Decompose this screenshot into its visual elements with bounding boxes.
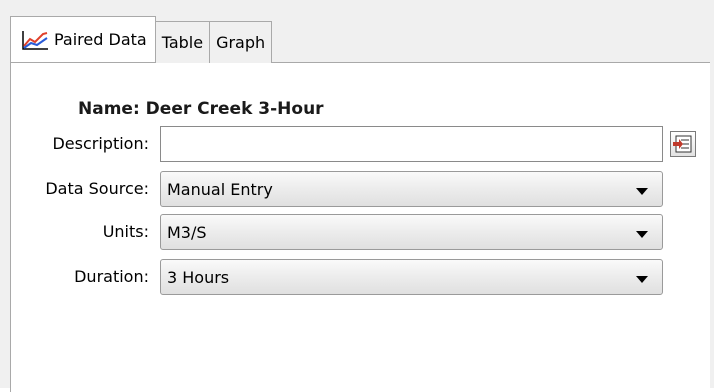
units-label: Units: xyxy=(102,222,149,241)
tab-label: Paired Data xyxy=(54,30,147,49)
name-row: Name: Deer Creek 3-Hour xyxy=(78,99,324,119)
name-value: Deer Creek 3-Hour xyxy=(145,99,324,119)
paired-data-editor: Paired Data Table Graph Name: Deer Creek… xyxy=(0,0,714,392)
duration-label: Duration: xyxy=(74,267,149,286)
tab-table[interactable]: Table xyxy=(154,21,211,63)
units-value: M3/S xyxy=(167,222,207,242)
chevron-down-icon xyxy=(636,230,648,238)
chevron-down-icon xyxy=(636,275,648,283)
tab-label: Table xyxy=(161,33,204,52)
duration-select[interactable]: 3 Hours xyxy=(160,259,663,295)
duration-value: 3 Hours xyxy=(167,267,230,287)
tab-strip: Paired Data Table Graph xyxy=(10,16,273,63)
description-field[interactable] xyxy=(160,126,663,162)
description-label: Description: xyxy=(52,134,149,153)
data-source-label: Data Source: xyxy=(45,179,149,198)
tab-label: Graph xyxy=(216,33,266,52)
paired-data-chart-icon xyxy=(22,30,48,50)
name-label: Name: xyxy=(78,99,140,119)
tab-paired-data[interactable]: Paired Data xyxy=(10,16,156,62)
units-select[interactable]: M3/S xyxy=(160,214,663,250)
description-editor-button[interactable] xyxy=(670,131,696,157)
data-source-value: Manual Entry xyxy=(167,179,273,199)
edit-description-icon xyxy=(673,135,692,153)
tab-graph[interactable]: Graph xyxy=(209,21,273,63)
data-source-select[interactable]: Manual Entry xyxy=(160,171,663,207)
chevron-down-icon xyxy=(636,187,648,195)
